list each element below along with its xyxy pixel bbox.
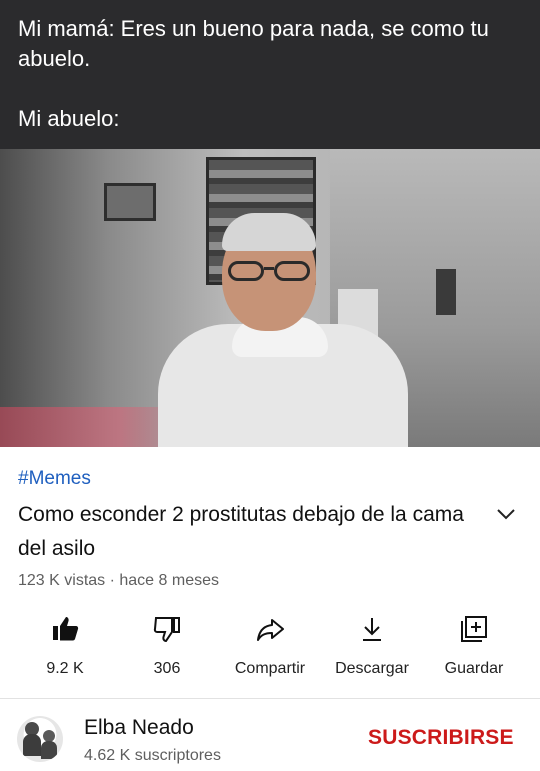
subscribe-button[interactable]: SUSCRIBIRSE <box>368 726 514 750</box>
glasses <box>228 261 312 283</box>
download-button[interactable]: Descargar <box>322 614 422 678</box>
video-title: Como esconder 2 prostitutas debajo de la… <box>18 503 464 560</box>
channel-avatar[interactable] <box>17 716 63 762</box>
save-button[interactable]: Guardar <box>424 614 524 678</box>
action-bar: 9.2 K 306 Compartir Descargar Guardar <box>0 614 540 684</box>
download-icon <box>363 618 381 641</box>
meme-caption: Mi mamá: Eres un bueno para nada, se com… <box>0 0 540 149</box>
hashtag-link[interactable]: #Memes <box>18 468 91 490</box>
channel-row: Elba Neado 4.62 K suscriptores SUSCRIBIR… <box>0 704 540 771</box>
save-playlist-icon <box>461 616 487 642</box>
dislike-button[interactable]: 306 <box>117 614 217 678</box>
thumbs-up-icon <box>53 617 79 641</box>
like-count: 9.2 K <box>46 660 84 677</box>
video-meta: 123 K vistas · hace 8 meses <box>18 572 219 589</box>
channel-name[interactable]: Elba Neado <box>84 716 194 740</box>
chevron-down-icon[interactable] <box>494 502 518 526</box>
share-button[interactable]: Compartir <box>220 614 320 678</box>
thumbs-down-icon <box>153 617 180 643</box>
divider <box>0 698 540 699</box>
subscriber-count: 4.62 K suscriptores <box>84 747 221 764</box>
like-button[interactable]: 9.2 K <box>15 614 115 678</box>
save-label: Guardar <box>444 660 504 677</box>
dislike-count: 306 <box>153 660 181 677</box>
download-label: Descargar <box>335 660 409 677</box>
wall-picture-frame <box>104 183 156 221</box>
caption-line-2: Mi abuelo: <box>18 106 120 131</box>
share-icon <box>257 619 284 641</box>
video-player[interactable] <box>0 149 540 447</box>
wall-picture-small <box>436 269 456 315</box>
share-label: Compartir <box>234 660 306 677</box>
caption-line-1: Mi mamá: Eres un bueno para nada, se com… <box>18 16 489 71</box>
